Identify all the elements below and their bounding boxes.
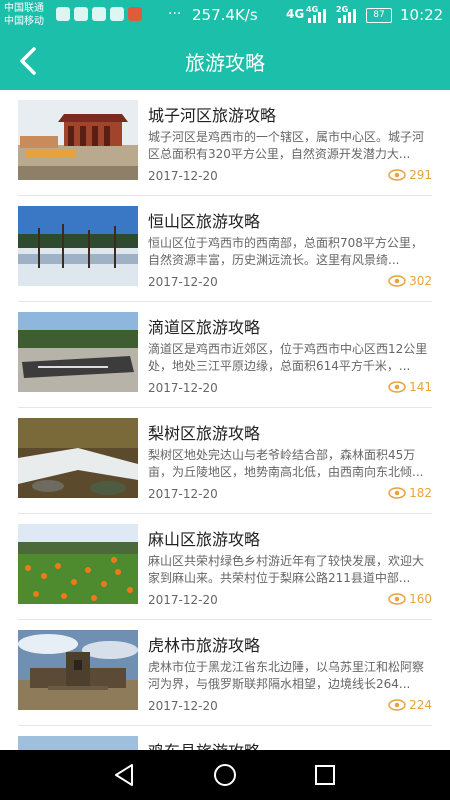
eye-icon bbox=[388, 275, 406, 287]
view-count: 302 bbox=[388, 274, 432, 288]
list-item[interactable]: 城子河区旅游攻略 城子河区是鸡西市的一个辖区，属市中心区。城子河区总面积有320… bbox=[0, 90, 450, 196]
temple-photo bbox=[18, 100, 138, 180]
item-title: 梨树区旅游攻略 bbox=[148, 424, 261, 443]
forest-stream-photo bbox=[18, 418, 138, 498]
image-icon bbox=[110, 7, 124, 21]
eye-icon bbox=[388, 699, 406, 711]
flower-field-photo bbox=[18, 524, 138, 604]
item-title: 滴道区旅游攻略 bbox=[148, 318, 261, 337]
notification-icon bbox=[56, 7, 70, 21]
item-date: 2017-12-20 bbox=[148, 275, 218, 289]
nav-back-button[interactable] bbox=[112, 762, 138, 788]
item-date: 2017-12-20 bbox=[148, 169, 218, 183]
item-date: 2017-12-20 bbox=[148, 699, 218, 713]
winter-lake-photo bbox=[18, 206, 138, 286]
eye-icon bbox=[388, 593, 406, 605]
message-icon bbox=[74, 7, 88, 21]
carrier-1: 中国联通 bbox=[4, 3, 44, 14]
item-title: 麻山区旅游攻略 bbox=[148, 530, 261, 549]
item-description: 城子河区是鸡西市的一个辖区，属市中心区。城子河区总面积有320平方公里，自然资源… bbox=[148, 130, 425, 161]
eye-icon bbox=[388, 169, 406, 181]
page-title: 旅游攻略 bbox=[185, 51, 265, 75]
carrier-labels: 中国联通 中国移动 bbox=[4, 2, 44, 28]
item-title: 鸡东县旅游攻略 bbox=[148, 738, 260, 750]
item-description: 恒山区位于鸡西市的西南部，总面积708平方公里，自然资源丰富，历史渊远流长。这里… bbox=[148, 236, 423, 267]
battery-icon: 87 bbox=[366, 8, 392, 23]
clock: 10:22 bbox=[400, 6, 444, 24]
item-description: 虎林市位于黑龙江省东北边陲，以乌苏里江和松阿察河为界，与俄罗斯联邦隔水相望，边境… bbox=[148, 660, 425, 691]
nav-recents-button[interactable] bbox=[312, 762, 338, 788]
item-title: 虎林市旅游攻略 bbox=[148, 636, 261, 655]
fortress-photo bbox=[18, 630, 138, 710]
notification-icons bbox=[56, 7, 142, 21]
item-description: 麻山区共荣村绿色乡村游近年有了较快发展，欢迎大家到麻山来。共荣村位于梨麻公路21… bbox=[148, 554, 425, 585]
signal-icon-2 bbox=[338, 9, 356, 23]
carrier-2: 中国移动 bbox=[4, 16, 44, 27]
view-count: 141 bbox=[388, 380, 432, 394]
view-count-value: 160 bbox=[409, 592, 432, 606]
list-item[interactable]: 虎林市旅游攻略 虎林市位于黑龙江省东北边陲，以乌苏里江和松阿察河为界，与俄罗斯联… bbox=[0, 620, 450, 726]
status-bar: 中国联通 中国移动 ··· 257.4K/s 4G 4G 2G 87 10:22 bbox=[0, 0, 450, 32]
item-title: 恒山区旅游攻略 bbox=[148, 212, 261, 231]
list-item[interactable]: 滴道区旅游攻略 滴道区是鸡西市近郊区，位于鸡西市中心区西12公里处，地处三江平原… bbox=[0, 302, 450, 408]
view-count-value: 141 bbox=[409, 380, 432, 394]
view-count-value: 224 bbox=[409, 698, 432, 712]
view-count: 224 bbox=[388, 698, 432, 712]
view-count: 160 bbox=[388, 592, 432, 606]
view-count-value: 291 bbox=[409, 168, 432, 182]
guide-list[interactable]: 城子河区旅游攻略 城子河区是鸡西市的一个辖区，属市中心区。城子河区总面积有320… bbox=[0, 90, 450, 750]
app-badge-icon bbox=[128, 7, 142, 21]
network-speed: 257.4K/s bbox=[192, 6, 258, 24]
view-count: 291 bbox=[388, 168, 432, 182]
item-date: 2017-12-20 bbox=[148, 593, 218, 607]
triangle-back-icon bbox=[115, 764, 133, 786]
signal-icon bbox=[308, 9, 326, 23]
item-description: 梨树区地处完达山与老爷岭结合部，森林面积45万亩，为丘陵地区，地势南高北低，由西… bbox=[148, 448, 424, 479]
item-description: 滴道区是鸡西市近郊区，位于鸡西市中心区西12公里处，地处三江平原边缘，总面积61… bbox=[148, 342, 428, 373]
list-item[interactable]: 鸡东县旅游攻略 bbox=[0, 726, 450, 750]
more-notifications: ··· bbox=[168, 6, 182, 22]
list-item[interactable]: 恒山区旅游攻略 恒山区位于鸡西市的西南部，总面积708平方公里，自然资源丰富，历… bbox=[0, 196, 450, 302]
network-type-1: 4G bbox=[286, 7, 305, 21]
app-icon bbox=[92, 7, 106, 21]
item-date: 2017-12-20 bbox=[148, 487, 218, 501]
square-recents-icon bbox=[315, 765, 335, 785]
eye-icon bbox=[388, 381, 406, 393]
title-bar: 旅游攻略 bbox=[0, 32, 450, 90]
item-date: 2017-12-20 bbox=[148, 381, 218, 395]
circle-home-icon bbox=[214, 764, 236, 786]
item-title: 城子河区旅游攻略 bbox=[148, 106, 277, 125]
list-item[interactable]: 麻山区旅游攻略 麻山区共荣村绿色乡村游近年有了较快发展，欢迎大家到麻山来。共荣村… bbox=[0, 514, 450, 620]
eye-icon bbox=[388, 487, 406, 499]
nav-home-button[interactable] bbox=[212, 762, 238, 788]
view-count-value: 182 bbox=[409, 486, 432, 500]
system-nav-bar bbox=[0, 750, 450, 800]
stone-monument-photo bbox=[18, 312, 138, 392]
view-count-value: 302 bbox=[409, 274, 432, 288]
view-count: 182 bbox=[388, 486, 432, 500]
list-item[interactable]: 梨树区旅游攻略 梨树区地处完达山与老爷岭结合部，森林面积45万亩，为丘陵地区，地… bbox=[0, 408, 450, 514]
partial-photo bbox=[18, 736, 138, 750]
